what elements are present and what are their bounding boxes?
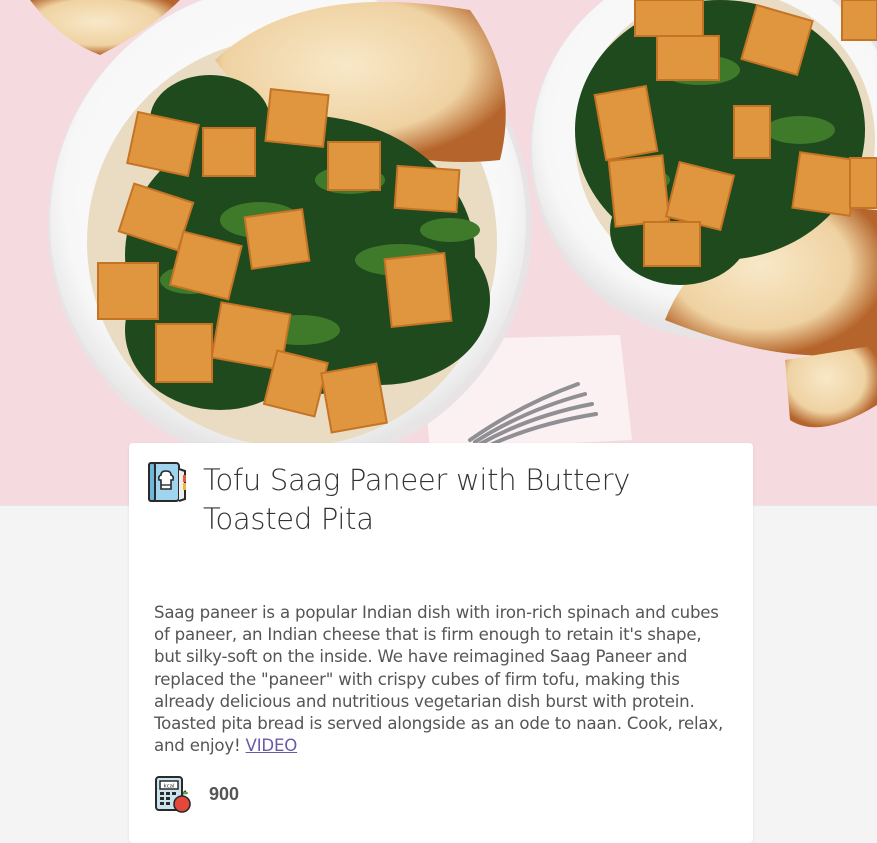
recipe-description: Saag paneer is a popular Indian dish wit… — [154, 602, 726, 757]
recipe-header: Tofu Saag Paneer with Buttery Toasted Pi… — [147, 461, 733, 539]
recipe-book-icon — [147, 461, 187, 503]
calorie-calculator-icon: kcal — [154, 775, 192, 813]
dish-photo-illustration — [0, 0, 877, 505]
recipe-description-text: Saag paneer is a popular Indian dish wit… — [154, 603, 724, 756]
video-link[interactable]: VIDEO — [246, 736, 298, 755]
recipe-title: Tofu Saag Paneer with Buttery Toasted Pi… — [203, 463, 631, 536]
recipe-card: Tofu Saag Paneer with Buttery Toasted Pi… — [129, 443, 753, 843]
svg-text:kcal: kcal — [163, 784, 175, 790]
calorie-info: kcal 900 — [154, 775, 239, 813]
calorie-value: 900 — [209, 783, 240, 804]
hero-photo — [0, 0, 877, 506]
